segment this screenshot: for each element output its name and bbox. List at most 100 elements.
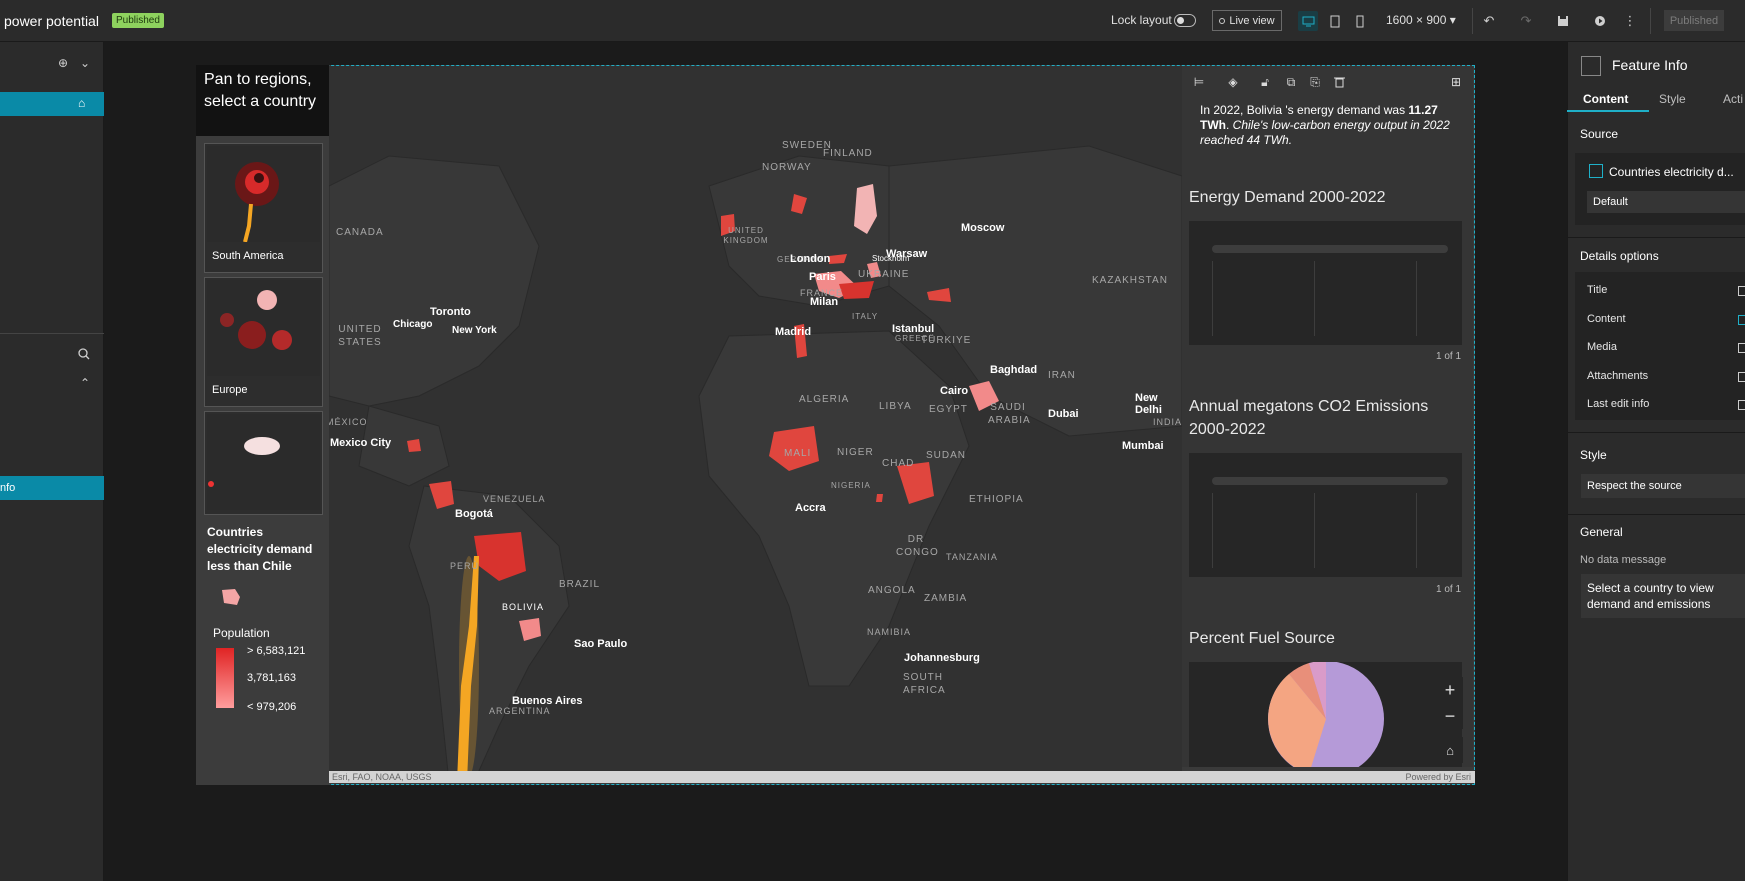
desktop-icon[interactable] (1298, 11, 1318, 31)
feature-summary: In 2022, Bolivia 's energy demand was 11… (1200, 103, 1462, 148)
zoom-in-button[interactable]: + (1437, 677, 1463, 703)
delete-icon[interactable] (1330, 73, 1348, 91)
summary-italic: Chile's low-carbon energy output in 2022… (1200, 118, 1450, 147)
map-city-label: Mumbai (1122, 440, 1164, 452)
legend-ramp (216, 648, 234, 708)
divider (0, 333, 104, 334)
source-value[interactable]: Countries electricity d... (1609, 165, 1734, 179)
bookmark-thumbnail (207, 146, 320, 242)
preview-icon[interactable] (1590, 11, 1610, 31)
source-view-select[interactable]: Default (1587, 191, 1745, 213)
add-page-icon[interactable]: ⊕ (58, 56, 68, 70)
map-region-label: ZAMBIA (924, 593, 968, 604)
chart-gridline (1416, 493, 1417, 568)
bookmark-south-america[interactable]: South America (204, 143, 323, 273)
bookmark-label: South America (212, 250, 284, 262)
details-row-label: Attachments (1587, 370, 1649, 382)
tab-content[interactable]: Content (1583, 92, 1628, 106)
checkbox-content[interactable] (1738, 315, 1745, 325)
bookmark-thumbnail (207, 414, 320, 510)
divider (1650, 8, 1651, 34)
left-panel: ⊕ ⌄ ⌂ ⌃ nfo (0, 42, 104, 881)
lock-layout-toggle[interactable] (1174, 14, 1196, 27)
home-button[interactable]: ⌂ (1437, 737, 1463, 763)
map-region-label: BRAZIL (559, 579, 601, 590)
bookmark-label: Europe (212, 384, 248, 396)
map-city-label: London (790, 253, 831, 265)
screen-size-select[interactable]: 1600 × 900 ▾ (1386, 13, 1456, 27)
map-city-label: Istanbul (892, 323, 935, 335)
chart-gridline (1212, 493, 1213, 568)
attribution-text: Esri, FAO, NOAA, USGS (332, 772, 432, 782)
map-region-label: LIBYA (879, 401, 912, 412)
app-title: power potential (4, 13, 99, 29)
chevron-up-icon[interactable]: ⌃ (80, 376, 90, 390)
map-region-label: INDIA (1153, 417, 1182, 427)
publish-button[interactable]: Published (1664, 10, 1724, 31)
map-region-label: ALGERIA (799, 394, 850, 405)
search-icon[interactable] (78, 348, 90, 363)
phone-icon[interactable] (1350, 11, 1370, 31)
map-region-label: IRAN (1048, 370, 1076, 381)
chart-gridline (1416, 261, 1417, 336)
map-attribution: Esri, FAO, NOAA, USGS Powered by Esri (329, 771, 1475, 783)
chart-gridline (1314, 493, 1315, 568)
energy-demand-chart[interactable] (1189, 221, 1462, 345)
bookmark-third[interactable] (204, 411, 323, 515)
layers-icon[interactable]: ◈ (1224, 73, 1242, 91)
redo-icon[interactable]: ↷ (1516, 11, 1536, 31)
map-city-label: Milan (810, 296, 839, 308)
section-title: Percent Fuel Source (1189, 630, 1335, 647)
checkbox-title[interactable] (1738, 286, 1745, 296)
tab-action[interactable]: Acti (1723, 92, 1743, 106)
live-view-label: Live view (1229, 14, 1275, 27)
checkbox-last-edit-info[interactable] (1738, 400, 1745, 410)
co2-emissions-chart[interactable] (1189, 453, 1462, 577)
map-region-label: NIGERIA (831, 481, 871, 490)
save-icon[interactable] (1553, 11, 1573, 31)
details-heading: Details options (1580, 249, 1659, 263)
align-icon[interactable]: ⊨ (1190, 73, 1208, 91)
grid-icon[interactable]: ⊞ (1447, 73, 1465, 91)
status-badge: Published (112, 13, 164, 28)
tab-style[interactable]: Style (1659, 92, 1686, 106)
checkbox-media[interactable] (1738, 343, 1745, 353)
bookmark-europe[interactable]: Europe (204, 277, 323, 407)
details-row-label: Last edit info (1587, 398, 1650, 410)
no-data-message-input[interactable]: Select a country to view demand and emis… (1581, 574, 1745, 618)
no-data-label: No data message (1580, 554, 1667, 566)
map-region-label: ETHIOPIA (969, 494, 1024, 505)
fuel-source-chart[interactable] (1189, 662, 1462, 767)
pie-chart (1268, 662, 1384, 767)
top-bar: power potential Published Lock layout Li… (0, 0, 1745, 42)
map-city-label: Toronto (430, 306, 471, 318)
style-heading: Style (1580, 448, 1607, 462)
selected-widget-row[interactable]: nfo (0, 476, 104, 500)
details-row-label: Title (1587, 284, 1608, 296)
checkbox-attachments[interactable] (1738, 372, 1745, 382)
map-region-label: SUDAN (926, 450, 967, 461)
unlock-icon[interactable]: 🔓︎ (1256, 73, 1274, 91)
zoom-out-button[interactable]: − (1437, 703, 1463, 729)
map-region-label: NIGER (837, 447, 874, 458)
map-region-label: MALI (784, 448, 812, 459)
map-view[interactable]: SWEDEN FINLAND NORWAY UNITED KINGDOM GER… (329, 66, 1182, 782)
map-city-label: Buenos Aires (512, 695, 583, 707)
live-view-button[interactable]: Live view (1212, 10, 1282, 31)
map-city-label: Accra (795, 502, 826, 514)
more-options-icon[interactable]: ⋮ (1620, 11, 1640, 31)
copy-style-icon[interactable]: ⎘ (1306, 73, 1324, 91)
map-region-label: SAUDI ARABIA (988, 402, 1031, 426)
duplicate-icon[interactable]: ⧉ (1282, 73, 1300, 91)
divider (1567, 432, 1745, 433)
selected-page-row[interactable]: ⌂ (0, 92, 104, 116)
chevron-down-icon[interactable]: ⌄ (80, 56, 90, 70)
section-title: Energy Demand 2000-2022 (1189, 189, 1386, 206)
chart-placeholder-bar (1212, 477, 1448, 485)
tablet-icon[interactable] (1325, 11, 1345, 31)
lock-layout-label: Lock layout (1111, 13, 1172, 27)
style-select[interactable]: Respect the source (1581, 474, 1745, 498)
map-city-label: Bogotá (455, 508, 493, 520)
bookmark-thumbnail (207, 280, 320, 376)
undo-icon[interactable]: ↶ (1479, 11, 1499, 31)
